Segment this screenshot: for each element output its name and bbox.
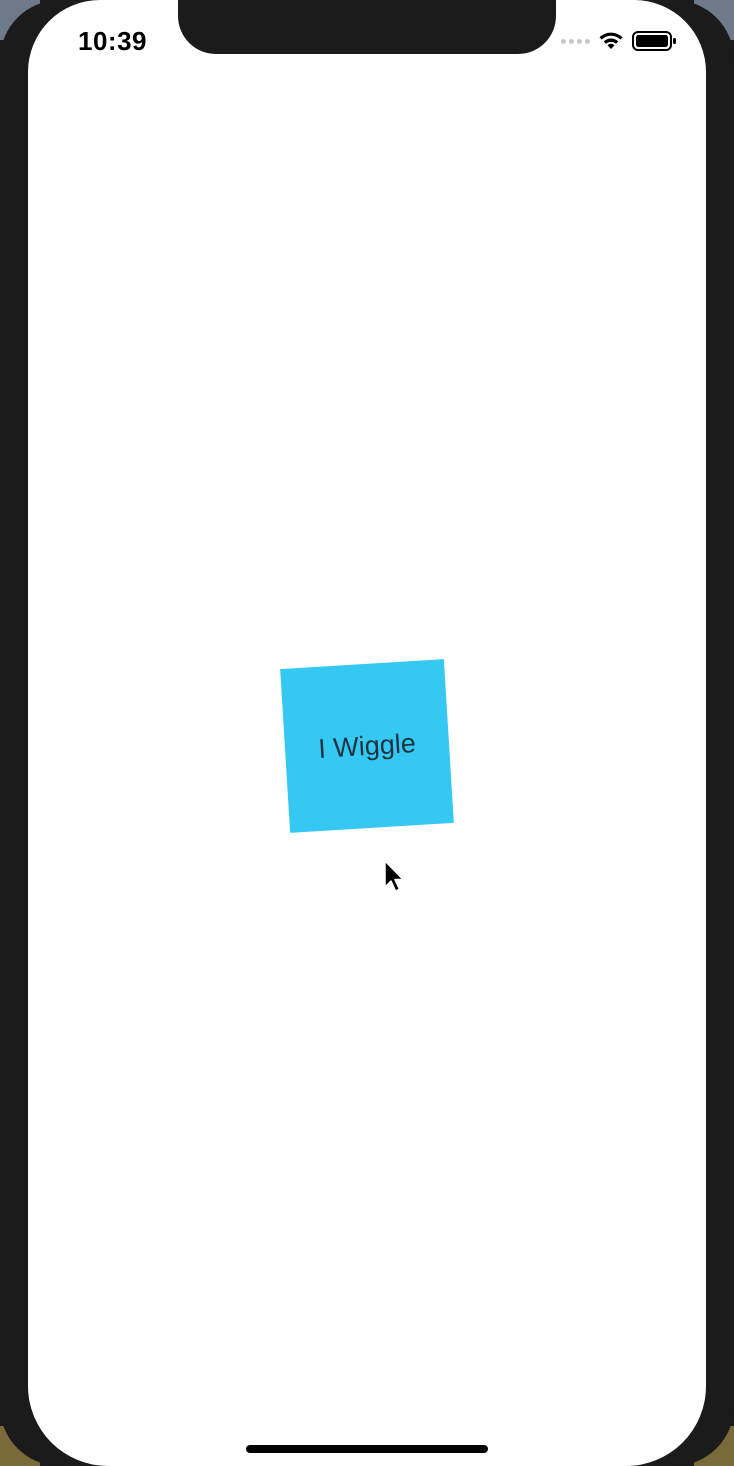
battery-icon <box>632 30 678 52</box>
signal-dots-icon <box>561 38 590 44</box>
device-frame: 10:39 I Wiggle <box>0 0 734 1466</box>
status-icons <box>561 30 678 52</box>
wifi-icon <box>598 31 624 51</box>
wiggle-box[interactable]: I Wiggle <box>280 659 454 833</box>
mouse-pointer-icon <box>383 860 407 896</box>
phone-screen: 10:39 I Wiggle <box>28 0 706 1466</box>
home-indicator[interactable] <box>246 1445 488 1453</box>
status-time: 10:39 <box>78 26 147 56</box>
wiggle-box-label: I Wiggle <box>317 727 417 764</box>
notch <box>178 0 556 54</box>
